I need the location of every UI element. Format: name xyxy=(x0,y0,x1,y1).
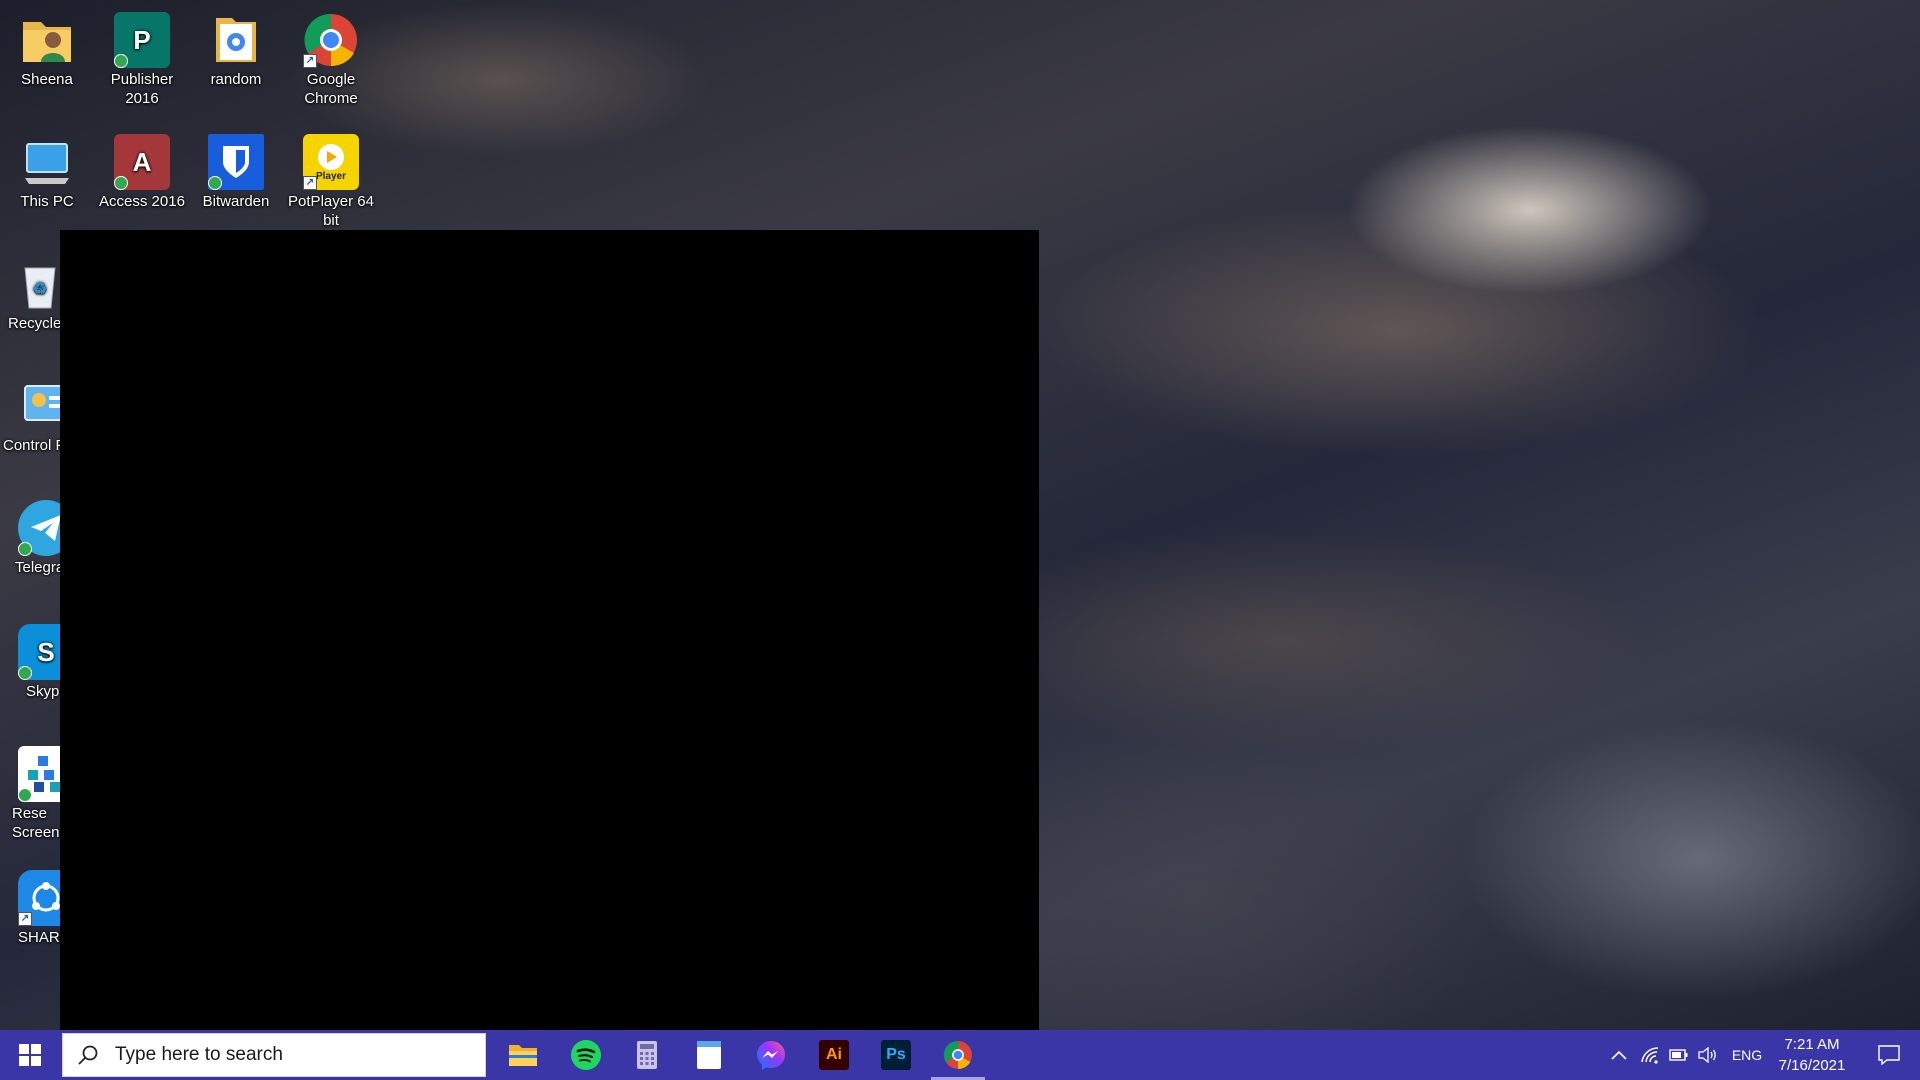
taskbar-illustrator[interactable]: Ai xyxy=(804,1030,864,1080)
desktop-icon-shareit[interactable]: ↗ SHARE xyxy=(0,864,60,947)
input-language-indicator[interactable]: ENG xyxy=(1728,1030,1766,1080)
desktop-icon-recycle-bin[interactable]: ♻ Recycle xyxy=(0,250,60,333)
action-center-button[interactable] xyxy=(1864,1030,1914,1080)
sync-check-icon xyxy=(18,666,32,680)
folder-icon xyxy=(208,12,264,68)
shortcut-arrow-icon: ↗ xyxy=(303,176,317,190)
svg-text:♻: ♻ xyxy=(33,281,47,298)
chevron-up-icon xyxy=(1611,1050,1627,1060)
taskbar-file-explorer[interactable] xyxy=(493,1030,553,1080)
language-label: ENG xyxy=(1731,1047,1763,1063)
illustrator-icon: Ai xyxy=(819,1040,849,1070)
desktop-icon-random[interactable]: random xyxy=(189,6,283,89)
potplayer-badge-text: Player xyxy=(315,170,347,182)
volume-button[interactable] xyxy=(1694,1030,1722,1080)
desktop-icon-telegram[interactable]: Telegra xyxy=(0,494,60,577)
desktop-icon-this-pc[interactable]: This PC xyxy=(0,128,94,211)
desktop-icon-label: Recycle xyxy=(8,315,60,332)
desktop-icon-potplayer[interactable]: Player ↗ PotPlayer 64 bit xyxy=(284,128,378,230)
photoshop-icon: Ps xyxy=(881,1040,911,1070)
taskbar-messenger[interactable] xyxy=(741,1030,801,1080)
taskbar-google-chrome[interactable] xyxy=(928,1030,988,1080)
folder-icon xyxy=(509,1045,537,1066)
sync-check-icon xyxy=(114,54,128,68)
desktop-icon-label: PotPlayer 64 bit xyxy=(288,193,374,229)
battery-button[interactable] xyxy=(1665,1030,1693,1080)
clock-time: 7:21 AM xyxy=(1784,1036,1840,1053)
desktop-icon-label: Access 2016 xyxy=(99,193,185,210)
calculator-icon xyxy=(637,1041,657,1069)
desktop-icon-label: random xyxy=(210,71,262,88)
spotify-icon xyxy=(571,1040,601,1070)
sync-check-icon xyxy=(114,176,128,190)
shortcut-arrow-icon: ↗ xyxy=(18,912,32,926)
search-placeholder: Type here to search xyxy=(115,1044,283,1065)
wifi-icon xyxy=(1641,1047,1659,1064)
desktop-icon-access[interactable]: A Access 2016 xyxy=(95,128,189,211)
sync-check-icon xyxy=(208,176,222,190)
desktop-icon-label: Bitwarden xyxy=(202,193,270,210)
chrome-icon xyxy=(943,1041,972,1069)
app-cubes-icon xyxy=(18,746,60,802)
desktop-icon-sheena[interactable]: Sheena xyxy=(0,6,94,89)
shareit-icon: ↗ xyxy=(18,870,60,926)
recycle-bin-icon: ♻ xyxy=(12,256,60,312)
desktop-icon-control-panel[interactable]: Control P xyxy=(0,372,60,455)
taskbar: Type here to search Ai Ps ENG 7:21 AM 7/… xyxy=(0,1030,1920,1080)
publisher-icon: P xyxy=(114,12,170,68)
desktop-icon-label: Publisher 2016 xyxy=(110,71,174,107)
notification-icon xyxy=(1878,1045,1900,1065)
taskbar-search-box[interactable]: Type here to search xyxy=(62,1033,486,1077)
network-button[interactable] xyxy=(1636,1030,1664,1080)
sync-check-icon xyxy=(18,542,32,556)
taskbar-photoshop[interactable]: Ps xyxy=(866,1030,926,1080)
clock-date: 7/16/2021 xyxy=(1778,1057,1846,1074)
desktop-icon-google-chrome[interactable]: ↗ Google Chrome xyxy=(284,6,378,108)
notepad-icon xyxy=(697,1041,721,1069)
desktop-icon-label: Rese Screens xyxy=(12,805,60,841)
skype-icon: S xyxy=(18,624,60,680)
desktop-icon-label: This PC xyxy=(20,193,74,210)
bitwarden-shield-icon xyxy=(208,134,264,190)
sync-check-icon xyxy=(18,788,32,802)
messenger-icon xyxy=(757,1041,785,1070)
search-icon xyxy=(78,1045,98,1065)
taskbar-clock[interactable]: 7:21 AM 7/16/2021 xyxy=(1766,1030,1858,1080)
computer-icon xyxy=(19,134,75,190)
desktop-icon-label: Sheena xyxy=(21,71,73,88)
access-icon: A xyxy=(114,134,170,190)
start-button[interactable] xyxy=(0,1030,60,1080)
chrome-icon: ↗ xyxy=(303,12,359,68)
blank-application-window[interactable] xyxy=(60,230,1039,1030)
desktop-icon-bitwarden[interactable]: Bitwarden xyxy=(189,128,283,211)
windows-logo-icon xyxy=(19,1044,41,1066)
telegram-icon xyxy=(18,500,60,556)
taskbar-calculator[interactable] xyxy=(617,1030,677,1080)
taskbar-notepad[interactable] xyxy=(679,1030,739,1080)
desktop-icon-label: Skype xyxy=(26,683,60,700)
potplayer-icon: Player ↗ xyxy=(303,134,359,190)
desktop-icon-resemble-screens[interactable]: Rese Screens xyxy=(0,740,60,842)
desktop-icon-label: Telegra xyxy=(15,559,60,576)
control-panel-icon xyxy=(18,378,60,434)
speaker-icon xyxy=(1698,1047,1716,1063)
show-hidden-icons-button[interactable] xyxy=(1606,1030,1632,1080)
shortcut-arrow-icon: ↗ xyxy=(303,54,317,68)
desktop-icon-publisher[interactable]: P Publisher 2016 xyxy=(95,6,189,108)
desktop-icon-label: Google Chrome xyxy=(304,71,358,107)
desktop-icon-label: Control P xyxy=(3,437,60,454)
desktop-icon-label: SHARE xyxy=(18,929,60,946)
battery-icon xyxy=(1669,1049,1688,1061)
desktop-icon-skype[interactable]: S Skype xyxy=(0,618,60,701)
taskbar-spotify[interactable] xyxy=(556,1030,616,1080)
user-folder-icon xyxy=(19,12,75,68)
